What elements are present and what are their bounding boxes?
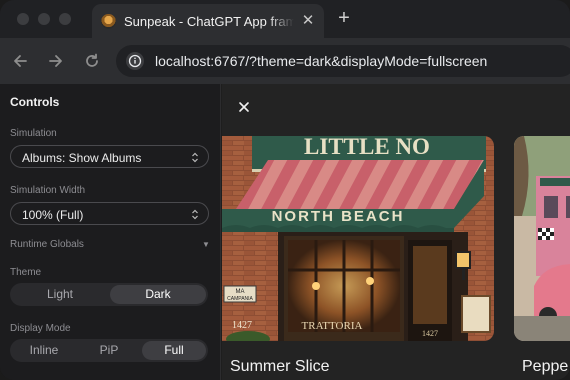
tab-close-icon[interactable]: ✕ bbox=[299, 12, 317, 30]
street-illustration bbox=[514, 136, 570, 341]
simulation-width-value: 100% (Full) bbox=[22, 208, 84, 222]
display-mode-option-full[interactable]: Full bbox=[142, 341, 206, 360]
close-icon[interactable] bbox=[236, 99, 252, 115]
tab-title: Sunpeak - ChatGPT App framework bbox=[124, 14, 294, 29]
window-zoom-dot[interactable] bbox=[59, 13, 71, 25]
album-cover-image[interactable]: LITTLE NO NORTH BEACH NORTH BEACH bbox=[222, 136, 494, 341]
street-number: 1427 bbox=[232, 320, 252, 331]
tab-strip: Sunpeak - ChatGPT App framework ✕ + bbox=[0, 0, 570, 38]
site-info-icon[interactable] bbox=[125, 51, 145, 71]
runtime-globals-label[interactable]: Runtime Globals bbox=[10, 239, 84, 250]
door-number: 1427 bbox=[422, 329, 438, 338]
simulation-width-label: Simulation Width bbox=[10, 185, 86, 196]
plaque-line-1: MA bbox=[236, 289, 245, 295]
reload-icon[interactable] bbox=[81, 50, 103, 72]
controls-sidebar: Controls Simulation Albums: Show Albums … bbox=[0, 84, 221, 380]
sign-main-text: LITTLE NO bbox=[304, 136, 430, 159]
plaque-line-2: CAMPANIA bbox=[227, 296, 253, 302]
runtime-globals-caret-icon[interactable]: ▼ bbox=[202, 240, 210, 249]
album-title[interactable]: Peppe bbox=[522, 358, 568, 376]
browser-window: Sunpeak - ChatGPT App framework ✕ + loca… bbox=[0, 0, 570, 380]
sunpeak-favicon-icon bbox=[101, 14, 116, 29]
browser-tab[interactable]: Sunpeak - ChatGPT App framework ✕ bbox=[92, 4, 324, 38]
simulation-value: Albums: Show Albums bbox=[22, 151, 142, 165]
select-chevron-icon bbox=[192, 152, 198, 163]
address-bar[interactable]: localhost:6767/?theme=dark&displayMode=f… bbox=[116, 45, 570, 77]
window-text: TRATTORIA bbox=[302, 320, 363, 332]
theme-option-light[interactable]: Light bbox=[12, 285, 108, 304]
window-minimize-dot[interactable] bbox=[38, 13, 50, 25]
display-mode-label: Display Mode bbox=[10, 323, 71, 334]
display-mode-option-pip[interactable]: PiP bbox=[77, 341, 141, 360]
display-mode-toggle: Inline PiP Full bbox=[10, 339, 208, 362]
simulation-select[interactable]: Albums: Show Albums bbox=[10, 145, 209, 168]
new-tab-icon[interactable]: + bbox=[334, 8, 354, 28]
display-mode-option-inline[interactable]: Inline bbox=[12, 341, 76, 360]
browser-toolbar: localhost:6767/?theme=dark&displayMode=f… bbox=[0, 38, 570, 84]
awning-text: NORTH BEACH bbox=[272, 208, 405, 225]
window-close-dot[interactable] bbox=[17, 13, 29, 25]
sidebar-title: Controls bbox=[10, 95, 60, 109]
theme-label: Theme bbox=[10, 267, 42, 278]
storefront-illustration: LITTLE NO NORTH BEACH NORTH BEACH bbox=[222, 136, 494, 341]
app-preview: LITTLE NO NORTH BEACH NORTH BEACH bbox=[222, 84, 570, 380]
select-chevron-icon bbox=[192, 209, 198, 220]
album-title[interactable]: Summer Slice bbox=[230, 358, 330, 376]
album-cover-image[interactable] bbox=[514, 136, 570, 341]
theme-toggle: Light Dark bbox=[10, 283, 208, 306]
forward-arrow-icon[interactable] bbox=[45, 50, 67, 72]
simulation-label: Simulation bbox=[10, 128, 57, 139]
url-text: localhost:6767/?theme=dark&displayMode=f… bbox=[155, 53, 488, 69]
back-arrow-icon[interactable] bbox=[9, 50, 31, 72]
simulation-width-select[interactable]: 100% (Full) bbox=[10, 202, 209, 225]
theme-option-dark[interactable]: Dark bbox=[110, 285, 206, 304]
